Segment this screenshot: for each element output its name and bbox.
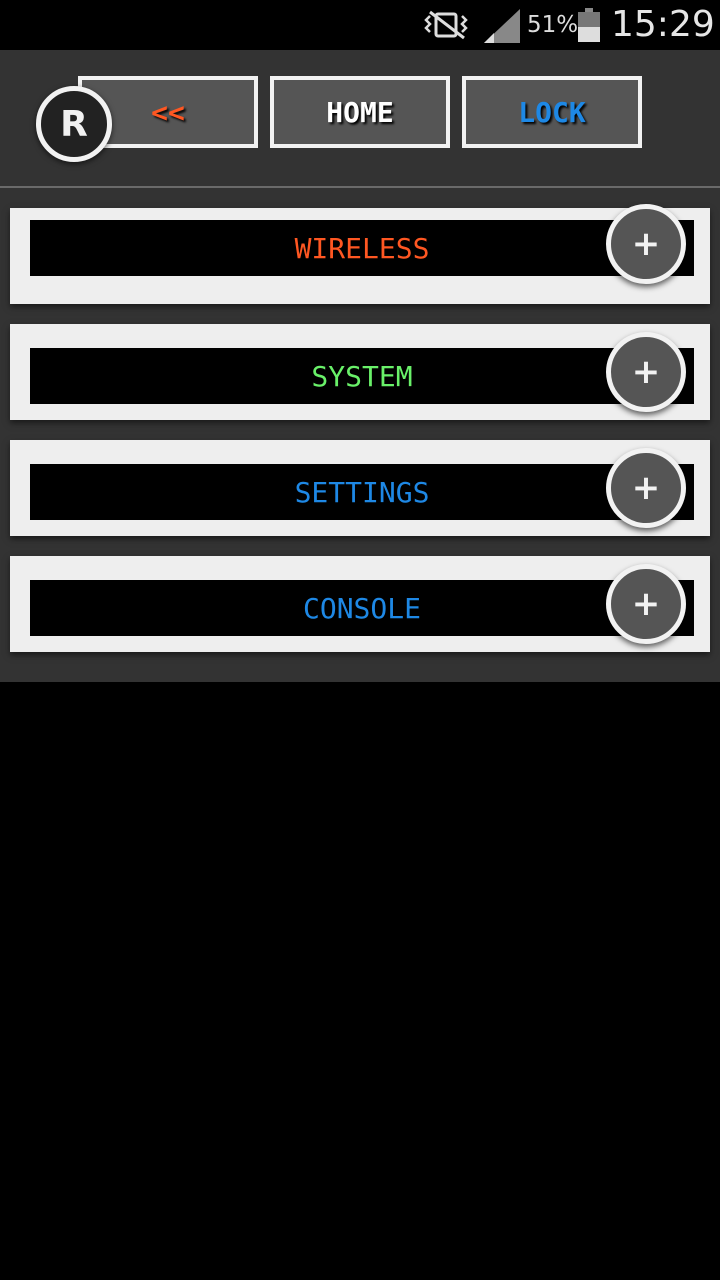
battery-icon bbox=[578, 8, 600, 42]
battery-percent: 51% bbox=[527, 12, 579, 38]
nav-bar: << HOME LOCK R bbox=[0, 50, 720, 188]
signal-icon bbox=[484, 9, 520, 43]
section-system-button[interactable]: SYSTEM bbox=[30, 348, 694, 404]
section-settings-label: SETTINGS bbox=[294, 475, 430, 509]
home-button-label: HOME bbox=[326, 95, 394, 129]
app-container: << HOME LOCK R WIRELESS + SYSTEM + SETTI… bbox=[0, 50, 720, 682]
section-card-settings: SETTINGS + bbox=[10, 440, 710, 536]
expand-console-button[interactable]: + bbox=[606, 564, 686, 644]
section-wireless-button[interactable]: WIRELESS bbox=[30, 220, 694, 276]
app-logo[interactable]: R bbox=[36, 86, 112, 162]
section-card-wireless: WIRELESS + bbox=[10, 204, 710, 304]
section-console-label: CONSOLE bbox=[302, 591, 421, 625]
expand-system-button[interactable]: + bbox=[606, 332, 686, 412]
expand-wireless-button[interactable]: + bbox=[606, 204, 686, 284]
section-card-console: CONSOLE + bbox=[10, 556, 710, 652]
section-card-system: SYSTEM + bbox=[10, 324, 710, 420]
logo-letter: R bbox=[60, 103, 88, 145]
plus-icon: + bbox=[631, 224, 661, 264]
back-button-label: << bbox=[151, 95, 185, 129]
section-console-button[interactable]: CONSOLE bbox=[30, 580, 694, 636]
expand-settings-button[interactable]: + bbox=[606, 448, 686, 528]
section-settings-button[interactable]: SETTINGS bbox=[30, 464, 694, 520]
plus-icon: + bbox=[631, 352, 661, 392]
clock: 15:29 bbox=[611, 4, 715, 45]
section-system-label: SYSTEM bbox=[311, 359, 413, 393]
plus-icon: + bbox=[631, 584, 661, 624]
lock-button-label: LOCK bbox=[518, 95, 586, 129]
lock-button[interactable]: LOCK bbox=[462, 76, 642, 148]
vibrate-off-icon bbox=[424, 10, 468, 40]
plus-icon: + bbox=[631, 468, 661, 508]
home-button[interactable]: HOME bbox=[270, 76, 450, 148]
section-wireless-label: WIRELESS bbox=[294, 231, 430, 265]
status-bar: 51% 15:29 bbox=[0, 0, 720, 50]
